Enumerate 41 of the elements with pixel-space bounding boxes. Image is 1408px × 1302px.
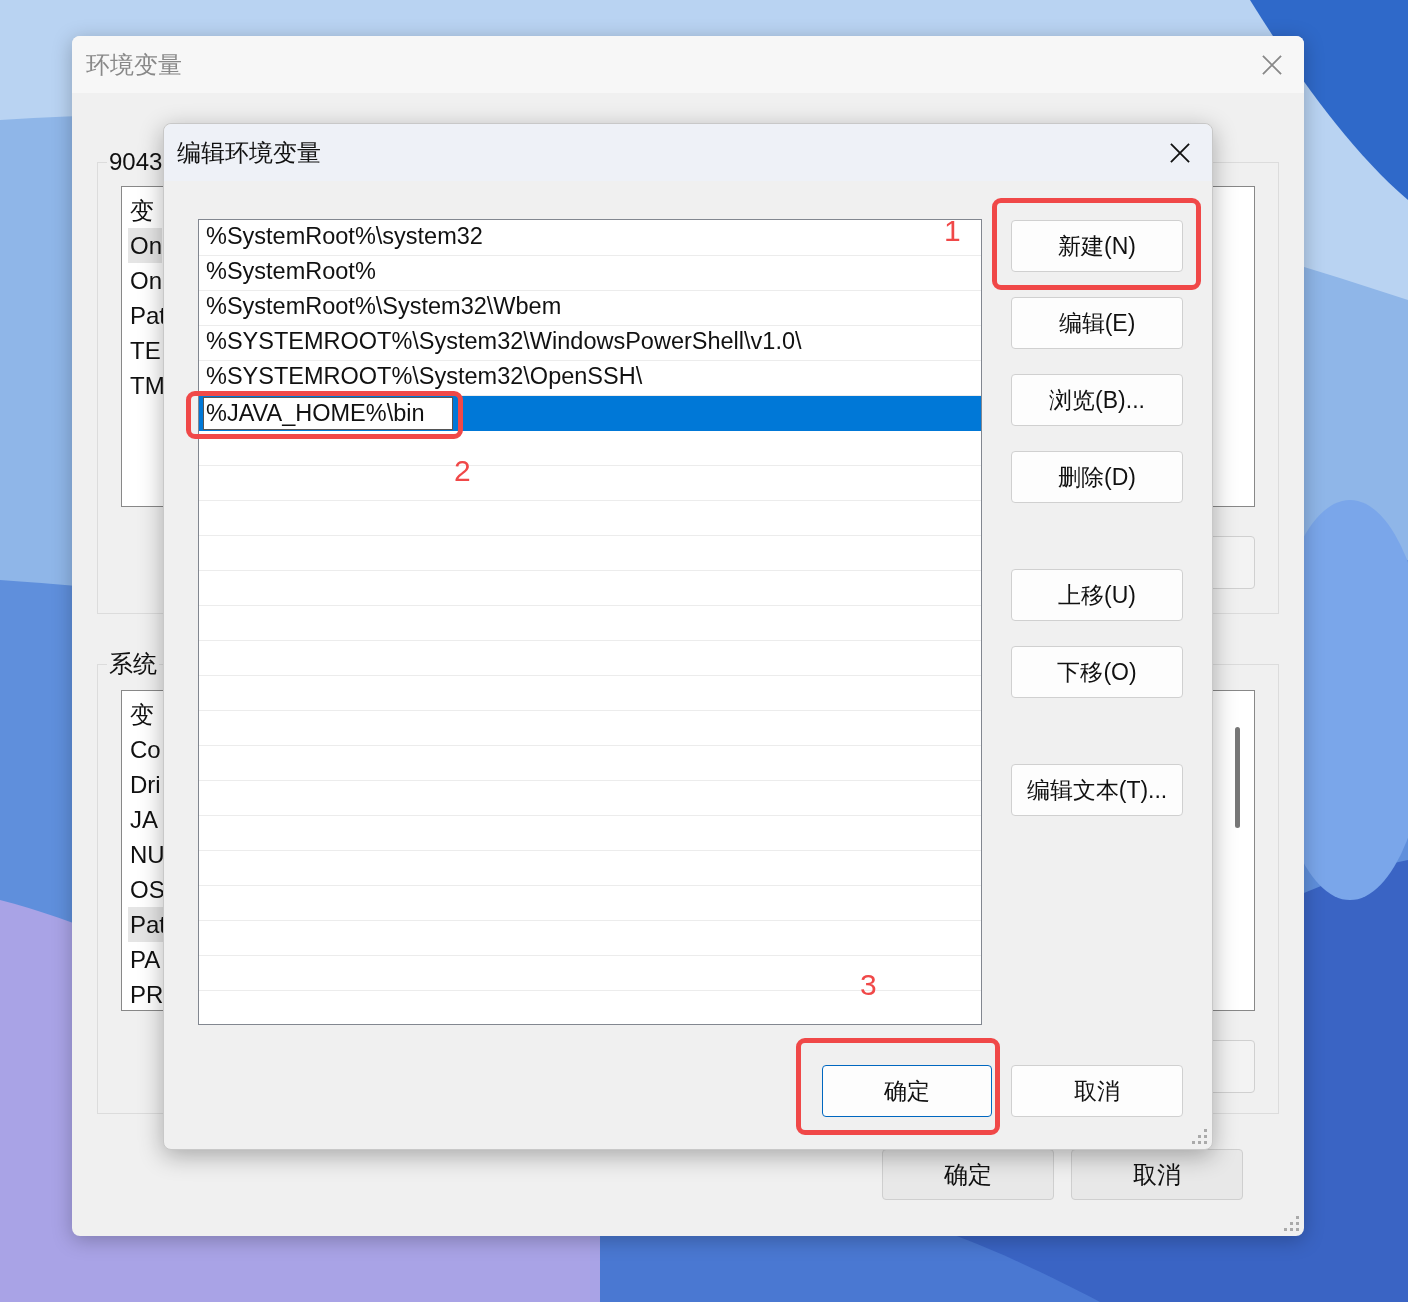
side-button[interactable]: 上移(U) [1011,569,1183,621]
list-item[interactable]: NU [128,837,165,872]
list-item[interactable]: %JAVA_HOME%\bin [199,396,981,431]
list-item[interactable]: %SystemRoot%\System32\Wbem [206,294,562,320]
step-number: 1 [944,216,961,246]
side-button[interactable]: 新建(N) [1011,220,1183,272]
column-header: 变 [129,196,154,226]
list-item[interactable]: Dri [128,767,161,802]
side-button[interactable]: 删除(D) [1011,451,1183,503]
dialog-button[interactable]: 确定 [882,1149,1054,1200]
step-number: 2 [454,456,471,486]
step-number: 3 [860,970,877,1000]
dialog-button[interactable]: 取消 [1011,1065,1183,1117]
list-item[interactable]: %SYSTEMROOT%\System32\OpenSSH\ [206,364,643,390]
close-icon[interactable] [1170,142,1190,163]
group-label: 9043 [108,148,164,176]
column-header: 变 [129,700,154,730]
scrollbar[interactable] [1235,727,1240,828]
input-field[interactable]: %JAVA_HOME%\bin [203,397,453,430]
list-item[interactable]: Co [128,732,161,767]
list-item[interactable]: PR [128,977,164,1012]
list-item[interactable]: JA [128,802,158,837]
list-item[interactable]: TE [128,333,161,368]
side-button[interactable]: 下移(O) [1011,646,1183,698]
side-button[interactable]: 编辑文本(T)... [1011,764,1183,816]
resize-grip-icon[interactable] [1284,1216,1300,1232]
side-button[interactable]: 浏览(B)... [1011,374,1183,426]
list-item[interactable]: %SYSTEMROOT%\System32\WindowsPowerShell\v1.0\ [206,329,802,355]
list-item[interactable]: PA [128,942,161,977]
dialog-button[interactable]: 取消 [1071,1149,1243,1200]
list-item[interactable]: OS [128,872,165,907]
window-title: 环境变量 [86,49,182,80]
list-item[interactable]: %SystemRoot% [206,259,376,285]
list-item[interactable]: On [128,263,162,298]
resize-grip-icon[interactable] [1192,1129,1208,1145]
list-item[interactable]: On [128,228,162,263]
dialog-title: 编辑环境变量 [177,137,321,168]
group-label: 系统 [108,649,158,679]
side-button[interactable]: 编辑(E) [1011,297,1183,349]
dialog-button[interactable]: 确定 [822,1065,992,1117]
list-item[interactable]: %SystemRoot%\system32 [206,224,483,250]
